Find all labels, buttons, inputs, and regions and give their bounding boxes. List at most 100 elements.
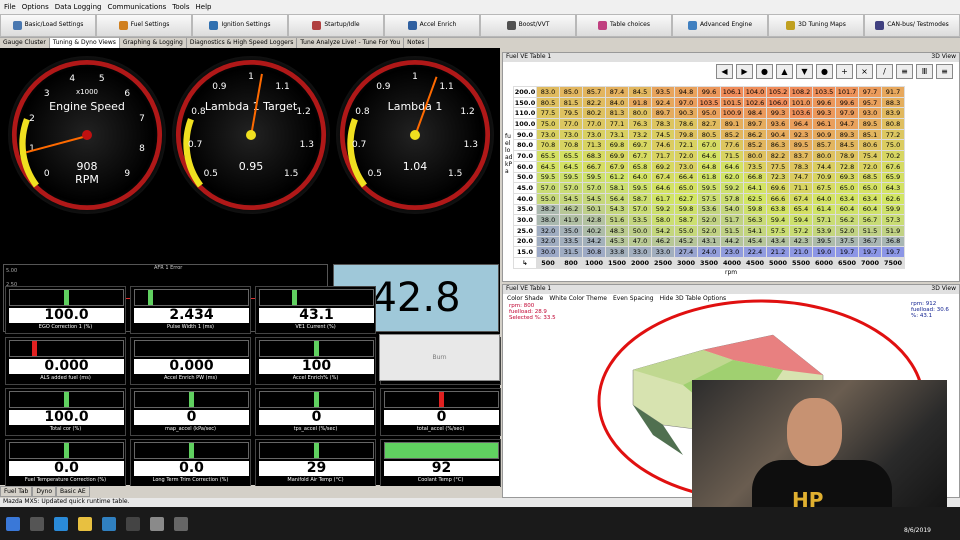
ve-cell[interactable]: 92.4 [651, 96, 675, 109]
ve-cell[interactable]: 97.7 [858, 86, 882, 98]
ve-cell[interactable]: 59.8 [743, 203, 767, 216]
view-option[interactable]: Color Shade [507, 295, 543, 302]
ve-cell[interactable]: 65.9 [881, 171, 905, 184]
ve-cell[interactable]: 64.0 [628, 171, 652, 184]
ve-cell[interactable]: 58.1 [605, 182, 629, 194]
ve-cell[interactable]: 74.5 [651, 128, 675, 141]
tab[interactable]: Tune Analyze Live! - Tune For You [297, 38, 405, 48]
ve-cell[interactable]: 80.0 [812, 150, 836, 162]
ve-cell[interactable]: 70.8 [559, 139, 583, 152]
ve-cell[interactable]: 80.5 [697, 128, 721, 141]
ve-cell[interactable]: 19.7 [881, 246, 905, 258]
ve-cell[interactable]: 52.0 [697, 224, 721, 237]
ve-cell[interactable]: 65.8 [628, 160, 652, 173]
ve-cell[interactable]: 67.0 [697, 139, 721, 152]
toolbar-button[interactable]: Advanced Engine [672, 14, 768, 37]
ve-cell[interactable]: 72.0 [858, 160, 882, 173]
ve-cell[interactable]: 75.4 [858, 150, 882, 162]
ve-cell[interactable]: 93.6 [766, 118, 790, 130]
ve-cell[interactable]: 71.3 [582, 139, 606, 152]
ve-cell[interactable]: 58.7 [674, 214, 698, 226]
ve-cell[interactable]: 78.3 [651, 118, 675, 130]
ve-cell[interactable]: 69.8 [605, 139, 629, 152]
ve-cell[interactable]: 101.0 [789, 96, 813, 109]
ve-cell[interactable]: 90.3 [674, 107, 698, 120]
ve-cell[interactable]: 34.2 [582, 235, 606, 248]
ve-cell[interactable]: 60.4 [858, 203, 882, 216]
toolbar-button[interactable]: Boost/VVT [480, 14, 576, 37]
ve-cell[interactable]: 103.5 [697, 96, 721, 109]
ve-cell[interactable]: 54.2 [651, 224, 675, 237]
ve-cell[interactable]: 85.1 [858, 128, 882, 141]
ve-cell[interactable]: 33.0 [628, 246, 652, 258]
menu-item[interactable]: File [4, 3, 16, 11]
bottom-tab[interactable]: Fuel Tab [0, 486, 33, 497]
ve-cell[interactable]: 79.8 [674, 128, 698, 141]
ve-cell[interactable]: 73.0 [536, 128, 560, 141]
ve-cell[interactable]: 89.7 [743, 118, 767, 130]
ve-cell[interactable]: 86.2 [743, 128, 767, 141]
ve-cell[interactable]: 35.0 [559, 224, 583, 237]
ve-cell[interactable]: 51.7 [720, 214, 744, 226]
ve-cell[interactable]: 103.5 [812, 86, 836, 98]
ve-cell[interactable]: 58.0 [651, 214, 675, 226]
edge-icon[interactable] [54, 516, 68, 531]
ve-cell[interactable]: 44.2 [720, 235, 744, 248]
ve-cell[interactable]: 19.7 [835, 246, 859, 258]
ve-cell[interactable]: 78.6 [674, 118, 698, 130]
ve-cell[interactable]: 68.3 [582, 150, 606, 162]
ve-cell[interactable]: 59.4 [789, 214, 813, 226]
ve-cell[interactable]: 33.0 [651, 246, 675, 258]
table-tool-icon[interactable]: Ⅲ [916, 64, 933, 79]
ve-cell[interactable]: 77.2 [881, 128, 905, 141]
ve-cell[interactable]: 41.9 [559, 214, 583, 226]
ve-cell[interactable]: 108.2 [789, 86, 813, 98]
ve-cell[interactable]: 89.7 [651, 107, 675, 120]
ve-cell[interactable]: 67.9 [605, 160, 629, 173]
ve-cell[interactable]: 65.4 [789, 203, 813, 216]
ve-cell[interactable]: 24.0 [697, 246, 721, 258]
ve-cell[interactable]: 78.9 [835, 150, 859, 162]
start-icon[interactable] [6, 516, 20, 531]
ve-cell[interactable]: 78.3 [789, 160, 813, 173]
ve-cell[interactable]: 59.5 [628, 182, 652, 194]
menu-item[interactable]: Help [196, 3, 212, 11]
ve-cell[interactable]: 45.4 [743, 235, 767, 248]
ve-cell[interactable]: 81.5 [559, 96, 583, 109]
ve-cell[interactable]: 21.0 [789, 246, 813, 258]
ve-cell[interactable]: 106.0 [766, 96, 790, 109]
ve-cell[interactable]: 67.4 [789, 192, 813, 205]
ve-cell[interactable]: 74.7 [789, 171, 813, 184]
ve-cell[interactable]: 59.5 [582, 171, 606, 184]
ve-cell[interactable]: 73.2 [628, 128, 652, 141]
ve-cell[interactable]: 57.5 [697, 192, 721, 205]
ve-cell[interactable]: 50.0 [628, 224, 652, 237]
ve-cell[interactable]: 84.5 [628, 86, 652, 98]
bottom-tab[interactable]: Dyno [32, 486, 57, 497]
ve-cell[interactable]: 52.0 [697, 214, 721, 226]
ve-cell[interactable]: 106.1 [720, 86, 744, 98]
ve-cell[interactable]: 101.7 [835, 86, 859, 98]
ve-cell[interactable]: 19.0 [812, 246, 836, 258]
ve-cell[interactable]: 63.8 [766, 203, 790, 216]
ve-cell[interactable]: 30.8 [582, 246, 606, 258]
toolbar-button[interactable]: 3D Tuning Maps [768, 14, 864, 37]
ve-cell[interactable]: 68.5 [858, 171, 882, 184]
ve-cell[interactable]: 59.4 [766, 214, 790, 226]
ve-cell[interactable]: 84.5 [835, 139, 859, 152]
ve-cell[interactable]: 69.9 [605, 150, 629, 162]
ve-cell[interactable]: 36.8 [881, 235, 905, 248]
ve-cell[interactable]: 91.7 [881, 86, 905, 98]
ve-cell[interactable]: 32.0 [536, 224, 560, 237]
ve-cell[interactable]: 75.0 [881, 139, 905, 152]
tab[interactable]: Graphing & Logging [120, 38, 187, 48]
ve-cell[interactable]: 56.3 [743, 214, 767, 226]
ve-cell[interactable]: 65.5 [559, 150, 583, 162]
ve-cell[interactable]: 45.3 [605, 235, 629, 248]
ve-cell[interactable]: 95.7 [858, 96, 882, 109]
table-tool-icon[interactable]: + [836, 64, 853, 79]
ve-cell[interactable]: 51.5 [858, 224, 882, 237]
ve-cell[interactable]: 77.1 [605, 118, 629, 130]
toolbar-button[interactable]: Startup/Idle [288, 14, 384, 37]
ve-cell[interactable]: 59.9 [881, 203, 905, 216]
